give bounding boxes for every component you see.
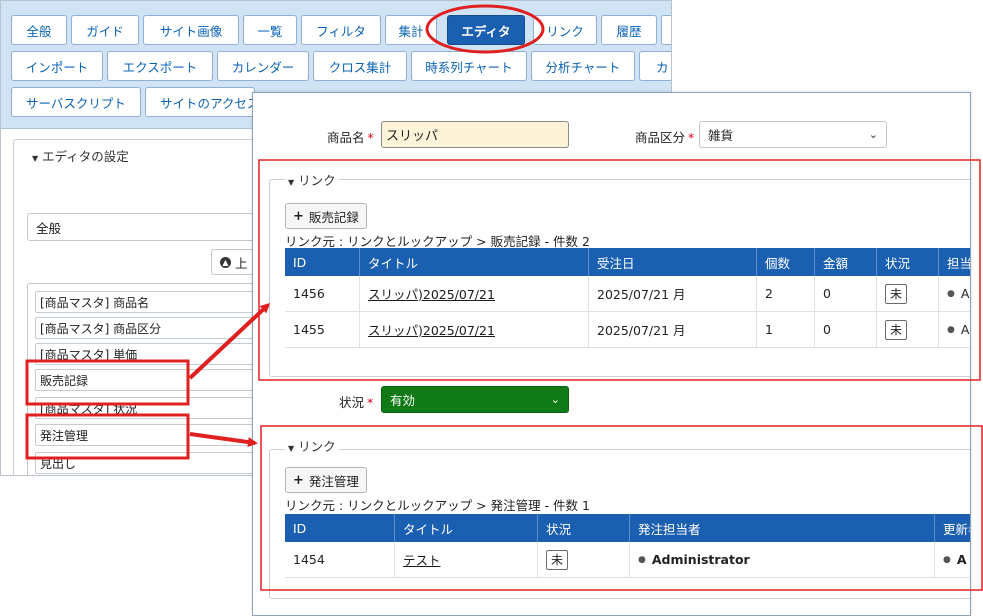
column-item[interactable]: [商品マスタ] 状況 (35, 397, 265, 419)
column-header[interactable]: 受注日 (589, 248, 757, 276)
person-icon: ● (943, 554, 951, 565)
category-select[interactable]: 雑貨 ⌄ (699, 121, 887, 148)
section-select[interactable]: 全般 (27, 213, 267, 241)
name-label: 商品名 * (327, 130, 374, 145)
person-icon: ● (947, 288, 955, 299)
tab-calendar[interactable]: カレンダー (217, 51, 309, 81)
editor-settings-legend[interactable]: ▼ エディタの設定 (29, 146, 132, 165)
arrow-up-circle-icon: ▲ (220, 256, 231, 268)
link-legend-sales[interactable]: ▼ リンク (285, 170, 339, 189)
person-icon: ● (638, 554, 646, 565)
name-input[interactable] (381, 121, 569, 148)
tab-aggregation[interactable]: 集計 (385, 15, 437, 45)
cell-id[interactable]: 1454 (285, 542, 395, 578)
tab-export[interactable]: エクスポート (107, 51, 213, 81)
status-label: 状況 * (339, 395, 374, 410)
column-header[interactable]: 更新者 (935, 514, 970, 542)
caret-down-icon: ▼ (288, 178, 295, 187)
column-header[interactable]: 金額 (815, 248, 877, 276)
person-icon: ● (947, 324, 955, 335)
tab-cross-tab[interactable]: クロス集計 (313, 51, 407, 81)
cell-status[interactable]: 未 (877, 312, 939, 348)
editor-settings-title: エディタの設定 (42, 149, 129, 164)
column-header[interactable]: 個数 (757, 248, 815, 276)
move-up-label: 上 (235, 255, 248, 271)
tab-overflow[interactable] (661, 15, 671, 45)
column-item[interactable]: [商品マスタ] 単価 (35, 343, 265, 365)
cell-qty[interactable]: 1 (757, 312, 815, 348)
tab-guide[interactable]: ガイド (71, 15, 139, 45)
tab-server-script[interactable]: サーバスクリプト (11, 87, 141, 117)
column-header[interactable]: 担当 (939, 248, 970, 276)
status-badge: 未 (885, 283, 907, 304)
link-legend-orders[interactable]: ▼ リンク (285, 436, 339, 455)
cell-title-link[interactable]: スリッパ)2025/07/21 (360, 312, 589, 348)
cell-qty[interactable]: 2 (757, 276, 815, 312)
column-header[interactable]: 状況 (877, 248, 939, 276)
tab-time-series[interactable]: 時系列チャート (411, 51, 527, 81)
status-badge: 未 (546, 549, 568, 570)
column-header[interactable]: タイトル (360, 248, 589, 276)
chevron-down-icon: ⌄ (868, 128, 878, 141)
link-breadcrumb-orders: リンク元 : リンクとルックアップ > 発注管理 - 件数 1 (285, 498, 590, 513)
cell-title-link[interactable]: テスト (395, 542, 538, 578)
plus-icon: + (293, 208, 304, 224)
cell-status[interactable]: 未 (538, 542, 630, 578)
column-header[interactable]: ID (285, 248, 360, 276)
caret-down-icon: ▼ (288, 444, 295, 453)
column-header[interactable]: タイトル (395, 514, 538, 542)
tab-editor[interactable]: エディタ (447, 15, 525, 45)
tab-link[interactable]: リンク (533, 15, 597, 45)
cell-updater[interactable]: ● A (935, 542, 970, 578)
tab-site-image[interactable]: サイト画像 (143, 15, 239, 45)
column-item[interactable]: 発注管理 (35, 424, 265, 446)
caret-down-icon: ▼ (32, 154, 39, 163)
chevron-down-icon: ⌄ (550, 393, 560, 406)
tab-overflow-2[interactable]: カ (639, 51, 671, 81)
tab-general[interactable]: 全般 (11, 15, 67, 45)
cell-amount[interactable]: 0 (815, 312, 877, 348)
column-header[interactable]: ID (285, 514, 395, 542)
cell-date[interactable]: 2025/07/21 月 (589, 312, 757, 348)
status-value: 有効 (390, 393, 416, 408)
cell-owner[interactable]: ● A (939, 312, 970, 348)
cell-id[interactable]: 1456 (285, 276, 360, 312)
sales-record-grid: ID タイトル 受注日 個数 金額 状況 担当 1456 スリッパ)2025/0… (285, 248, 970, 352)
tab-filter[interactable]: フィルタ (301, 15, 381, 45)
cell-status[interactable]: 未 (877, 276, 939, 312)
tab-history[interactable]: 履歴 (601, 15, 657, 45)
plus-icon: + (293, 472, 304, 488)
cell-date[interactable]: 2025/07/21 月 (589, 276, 757, 312)
cell-id[interactable]: 1455 (285, 312, 360, 348)
column-header[interactable]: 発注担当者 (630, 514, 935, 542)
cell-order-owner[interactable]: ● Administrator (630, 542, 935, 578)
tab-site-access[interactable]: サイトのアクセス (145, 87, 255, 117)
status-badge: 未 (885, 319, 907, 340)
status-select[interactable]: 有効 ⌄ (381, 386, 569, 413)
tab-analysis-chart[interactable]: 分析チャート (531, 51, 635, 81)
category-label: 商品区分 * (635, 130, 695, 145)
tab-import[interactable]: インポート (11, 51, 103, 81)
cell-owner[interactable]: ● A (939, 276, 970, 312)
tab-list[interactable]: 一覧 (243, 15, 297, 45)
column-item[interactable]: [商品マスタ] 商品名 (35, 291, 265, 313)
column-item[interactable]: [商品マスタ] 商品区分 (35, 317, 265, 339)
cell-title-link[interactable]: スリッパ)2025/07/21 (360, 276, 589, 312)
column-item[interactable]: 見出し (35, 452, 265, 474)
category-value: 雑貨 (708, 128, 734, 143)
add-sales-record-button[interactable]: + 販売記録 (285, 203, 367, 229)
column-item[interactable]: 販売記録 (35, 369, 265, 391)
cell-amount[interactable]: 0 (815, 276, 877, 312)
order-grid: ID タイトル 状況 発注担当者 更新者 1454 テスト 未 ● Admini… (285, 514, 970, 578)
editor-preview-window: 商品名* 商品区分* 雑貨 ⌄ ▼ リンク + 販売記録 リンク元 : リンクと… (252, 92, 971, 616)
column-header[interactable]: 状況 (538, 514, 630, 542)
add-order-button[interactable]: + 発注管理 (285, 467, 367, 493)
